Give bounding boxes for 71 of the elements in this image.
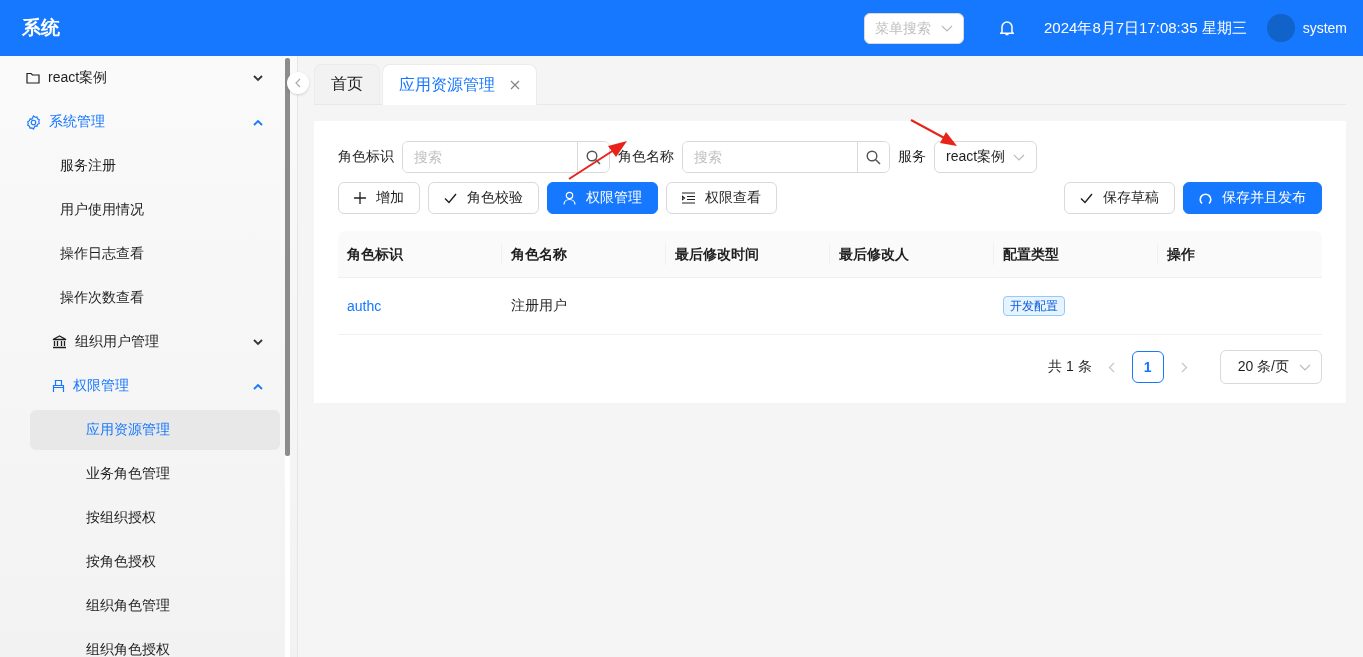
page-tab[interactable]: 应用资源管理	[382, 64, 537, 105]
collapse-chevron-icon	[253, 382, 263, 390]
column-header: 操作	[1166, 245, 1196, 264]
menu-item[interactable]: 组织角色管理	[30, 586, 280, 626]
datetime-text: 2024年8月7日17:08:35 星期三	[1044, 18, 1247, 38]
toolbar-button[interactable]: 增加	[338, 182, 420, 214]
menu-item[interactable]: 按角色授权	[30, 542, 280, 582]
column-header: 角色名称	[502, 243, 666, 265]
collapse-button[interactable]	[287, 72, 309, 94]
search-input-group[interactable]: 搜索	[682, 141, 890, 173]
menu-group[interactable]: 组织用户管理	[0, 322, 285, 362]
menu-search-input[interactable]: 菜单搜索	[875, 20, 934, 36]
toolbar-button[interactable]: 保存草稿	[1064, 182, 1175, 214]
plus-icon	[354, 192, 366, 204]
toolbar-button[interactable]: 保存并且发布	[1183, 182, 1322, 214]
menu-item[interactable]: 应用资源管理	[30, 410, 280, 450]
menu-item[interactable]: 操作日志查看	[30, 234, 280, 274]
chevron-left-icon	[295, 78, 301, 88]
menu-item[interactable]: 操作次数查看	[30, 278, 280, 318]
collapse-chevron-icon	[253, 118, 263, 126]
list-icon	[682, 192, 695, 204]
refresh-icon	[1199, 191, 1212, 205]
page-size-select[interactable]: 20 条/页	[1219, 350, 1322, 384]
search-input-group[interactable]: 搜索	[402, 141, 610, 173]
annotation-arrow	[910, 119, 958, 147]
menu-group[interactable]: react案例	[0, 58, 285, 98]
menu-search-select[interactable]: 菜单搜索	[864, 12, 965, 44]
menu-group[interactable]: 系统管理	[0, 102, 285, 142]
menu-item[interactable]: 用户使用情况	[30, 190, 280, 230]
menu-item[interactable]: 业务角色管理	[30, 454, 280, 494]
config-type-tag: 开发配置	[1003, 296, 1065, 316]
search-button[interactable]	[577, 142, 609, 172]
user-icon	[52, 379, 65, 393]
total-count: 共 1 条	[1048, 358, 1092, 376]
app-title: 系统	[22, 16, 60, 40]
menu-item[interactable]: 组织角色授权	[30, 630, 280, 657]
check-icon	[444, 192, 457, 204]
page-number[interactable]: 1	[1131, 351, 1164, 383]
menu-item[interactable]: 按组织授权	[30, 498, 280, 538]
expand-chevron-icon	[253, 338, 263, 346]
toolbar-button[interactable]: 权限查看	[666, 182, 777, 214]
dropdown-caret-icon	[1299, 363, 1311, 371]
bell-icon[interactable]	[1000, 20, 1015, 36]
folder-icon	[26, 71, 40, 85]
table-cell: 注册用户	[511, 297, 567, 313]
check-icon	[1080, 192, 1093, 204]
filter-label: 角色名称	[618, 148, 674, 166]
role-id-link[interactable]: authc	[347, 298, 382, 314]
filter-label: 角色标识	[338, 148, 394, 166]
dropdown-caret-icon	[941, 24, 954, 32]
close-icon[interactable]	[510, 80, 520, 90]
search-icon	[866, 149, 881, 165]
search-button[interactable]	[857, 142, 889, 172]
expand-chevron-icon	[253, 74, 263, 82]
column-header: 最后修改时间	[666, 243, 830, 265]
scrollbar-thumb[interactable]	[285, 58, 290, 456]
page-tab[interactable]: 首页	[314, 64, 380, 104]
toolbar-button[interactable]: 角色校验	[428, 182, 539, 214]
settings-icon	[26, 114, 41, 130]
column-header: 配置类型	[994, 243, 1158, 265]
filter-label: 服务	[898, 148, 926, 166]
dropdown-caret-icon	[1013, 153, 1026, 161]
menu-group[interactable]: 权限管理	[0, 366, 285, 406]
user-icon	[563, 191, 576, 205]
username[interactable]: system	[1302, 20, 1347, 36]
column-header: 角色标识	[338, 243, 502, 265]
menu-item[interactable]: 服务注册	[30, 146, 280, 186]
column-header: 最后修改人	[830, 243, 994, 265]
search-icon	[586, 149, 601, 165]
bank-icon	[52, 335, 67, 349]
toolbar-button[interactable]: 权限管理	[547, 182, 658, 214]
